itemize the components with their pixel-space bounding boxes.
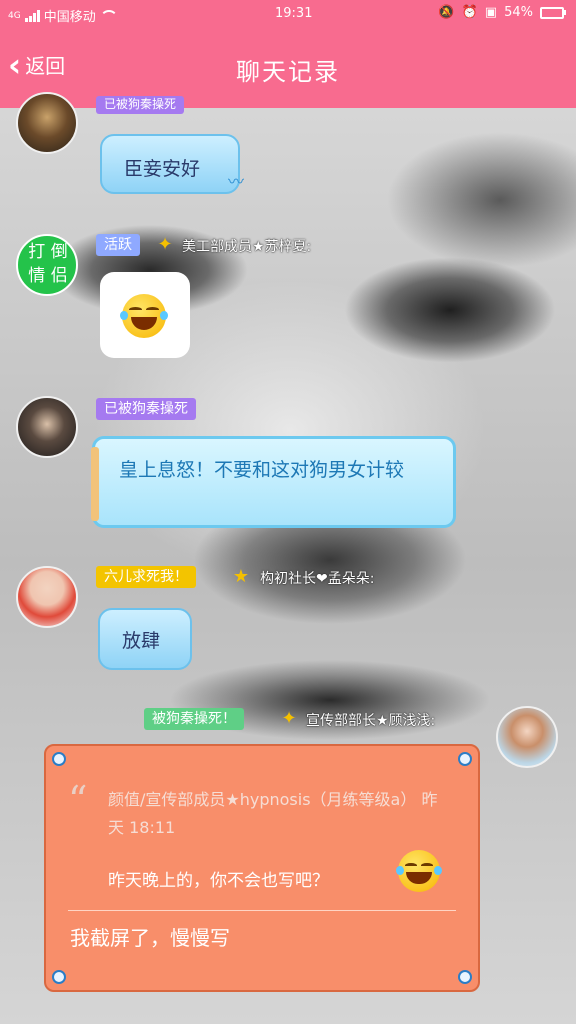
avatar[interactable] [496, 706, 558, 768]
message-text: 臣妾安好 [124, 158, 201, 180]
scroll-handle-icon [91, 447, 99, 521]
battery-icon [540, 6, 566, 19]
avatar[interactable] [16, 92, 78, 154]
quote-meta: 颜值/宣传部成员★hypnosis（月练等级a） 昨天 18:11 [108, 790, 438, 837]
battery-percent: 54% [504, 5, 533, 20]
cast-icon: ▣ [484, 5, 498, 20]
corner-decoration-icon [52, 970, 66, 984]
user-tag: 被狗秦操死！ [144, 708, 244, 730]
quoted-message-text: 昨天晚上的，你不会也写吧？ [108, 871, 329, 891]
corner-decoration-icon [458, 752, 472, 766]
quoted-message: 昨天晚上的，你不会也写吧？ [108, 866, 329, 891]
network-label: 4G [8, 10, 21, 21]
status-time: 19:31 [275, 6, 313, 21]
message-bubble[interactable] [100, 272, 190, 358]
page-title: 聊天记录 [236, 58, 340, 86]
sender-name: 宣传部部长★顾浅浅: [306, 713, 436, 729]
carrier-label: 中国移动 [43, 10, 96, 25]
nav-bar: ‹ 返回 聊天记录 [0, 30, 576, 108]
wave-icon: 〰 [227, 172, 244, 191]
message-bubble[interactable]: 臣妾安好 〰 [100, 134, 244, 194]
signal-icon [24, 9, 40, 22]
corner-decoration-icon [458, 970, 472, 984]
user-tag: 已被狗秦操死 [96, 96, 185, 114]
wifi-icon [99, 9, 118, 22]
avatar[interactable] [16, 396, 78, 458]
message-bubble[interactable]: 皇上息怒！不要和这对狗男女计较 [91, 436, 456, 528]
corner-decoration-icon [52, 752, 66, 766]
top-bar: 4G 中国移动 19:31 🔕 ⏰ ▣ 54% ‹ 返回 聊天记录 [0, 0, 576, 108]
divider [68, 910, 456, 911]
status-bar: 4G 中国移动 19:31 🔕 ⏰ ▣ 54% [0, 0, 576, 30]
star-badge-icon: ★ [232, 566, 250, 587]
user-tag: 六儿求死我！ [96, 566, 196, 588]
reply-text: 我截屏了，慢慢写 [70, 926, 230, 950]
quote-reply-card[interactable]: “ 颜值/宣传部成员★hypnosis（月练等级a） 昨天 18:11 昨天晚上… [44, 744, 480, 992]
avatar[interactable] [16, 566, 78, 628]
user-tag: 已被狗秦操死 [96, 398, 196, 420]
quote-mark-icon: “ [68, 778, 88, 822]
avatar-text: 打 倒情 侣 [28, 242, 68, 286]
message-text: 放肆 [122, 630, 161, 652]
message-bubble[interactable]: 放肆 [98, 608, 192, 670]
sender-name: 美工部成员★苏梓夏: [182, 239, 312, 255]
user-tag: 活跃 [96, 234, 140, 256]
grinning-tears-emoji-icon [396, 850, 442, 892]
star-badge-icon: ✦ [281, 708, 297, 729]
message-text: 皇上息怒！不要和这对狗男女计较 [119, 459, 405, 481]
grinning-tears-emoji-icon [120, 294, 168, 338]
avatar[interactable]: 打 倒情 侣 [16, 234, 78, 296]
sender-name: 构初社长❤孟朵朵: [260, 571, 375, 587]
star-badge-icon: ✦ [157, 234, 173, 255]
alarm-icon: ⏰ [461, 5, 478, 20]
mute-icon: 🔕 [438, 5, 455, 20]
